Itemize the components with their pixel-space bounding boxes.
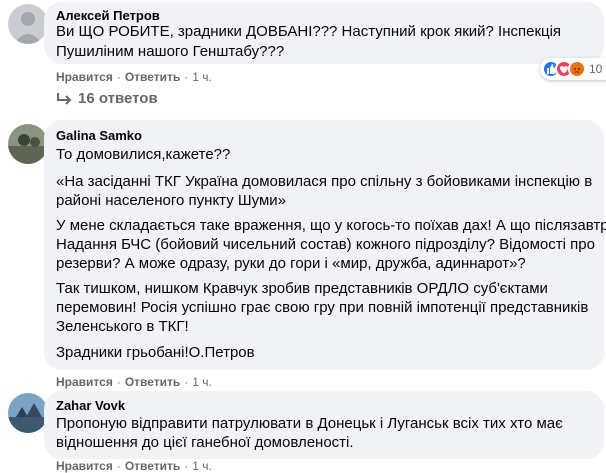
- separator-dot: ·: [116, 375, 121, 389]
- separator-dot: ·: [116, 70, 121, 84]
- reaction-count: 10: [589, 62, 603, 76]
- comment-text-line: Зрадники грьобані!О.Петров: [56, 344, 255, 361]
- separator-dot: ·: [184, 459, 189, 473]
- comment-timestamp[interactable]: 1 ч.: [192, 70, 212, 84]
- like-button[interactable]: Нравится: [56, 70, 113, 84]
- comment-text-line: перемовин! Росія успішно грає свою гру п…: [56, 299, 589, 316]
- comment-timestamp[interactable]: 1 ч.: [192, 375, 212, 389]
- like-button[interactable]: Нравится: [56, 459, 113, 473]
- avatar-photo-icon: [8, 124, 48, 164]
- reply-button[interactable]: Ответить: [125, 375, 180, 389]
- avatar-photo-icon: [8, 4, 48, 44]
- comment-text-line: Надання БЧС (бойовий чисельний состав) к…: [56, 236, 595, 253]
- separator-dot: ·: [116, 459, 121, 473]
- comment-author[interactable]: Zahar Vovk: [56, 398, 125, 413]
- comment-text-line: «На засіданні ТКГ Україна домовилася про…: [56, 173, 593, 190]
- reply-button[interactable]: Ответить: [125, 70, 180, 84]
- comment-text-line: Так тишком, нишком Кравчук зробив предст…: [56, 280, 548, 297]
- separator-dot: ·: [184, 375, 189, 389]
- like-button[interactable]: Нравится: [56, 375, 113, 389]
- comment-text-line: То домовилися,кажете??: [56, 146, 231, 163]
- comment-text-line: відношення до цієї ганебної домовленості…: [56, 434, 354, 451]
- comment-text-line: резерви? А може одразу, руки до гори і «…: [56, 255, 526, 272]
- comment-actions: Нравится · Ответить · 1 ч.: [56, 70, 212, 84]
- comment-text-line: Пропоную відправити патрулювати в Донець…: [56, 415, 563, 432]
- comment-text-line: У мене складається таке враження, що у к…: [56, 217, 606, 234]
- comment-author[interactable]: Алексей Петров: [56, 8, 160, 23]
- separator-dot: ·: [184, 70, 189, 84]
- reply-button[interactable]: Ответить: [125, 459, 180, 473]
- comment-text-line: Зеленського в ТКГ!: [56, 318, 189, 335]
- comment-timestamp[interactable]: 1 ч.: [192, 459, 212, 473]
- view-replies-link[interactable]: 16 ответов: [56, 90, 158, 107]
- avatar[interactable]: [8, 124, 48, 164]
- comment-text-line: районі населеного пункту Шуми»: [56, 192, 286, 209]
- replies-count-label: 16 ответов: [78, 90, 158, 107]
- avatar[interactable]: [8, 393, 48, 433]
- avatar-photo-icon: [8, 393, 48, 433]
- comment-author[interactable]: Galina Samko: [56, 128, 142, 143]
- comment-text-line: Пушиліним нашого Генштабу???: [56, 43, 285, 60]
- avatar[interactable]: [8, 4, 48, 44]
- comment-actions: Нравится · Ответить · 1 ч.: [56, 459, 212, 473]
- comment-text-line: Ви ЩО РОБИТЕ, зрадники ДОВБАНІ??? Наступ…: [56, 23, 562, 40]
- reactions-summary[interactable]: 10: [540, 58, 606, 80]
- reply-arrow-icon: [57, 92, 72, 105]
- angry-icon: [568, 60, 586, 78]
- comment-actions: Нравится · Ответить · 1 ч.: [56, 375, 212, 389]
